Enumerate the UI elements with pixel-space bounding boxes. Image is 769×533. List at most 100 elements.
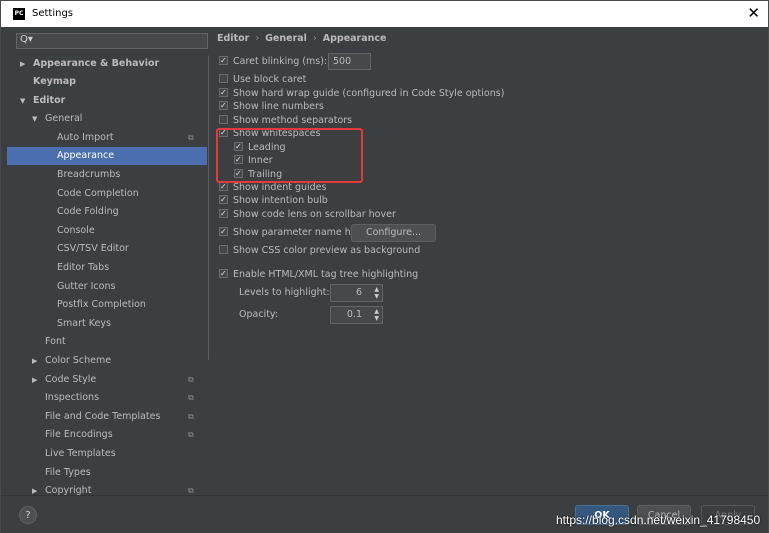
chevron-right-icon: ▶ (32, 357, 38, 365)
intention-bulb-option[interactable]: Show intention bulb (219, 193, 328, 208)
html-tag-tree-option[interactable]: Enable HTML/XML tag tree highlighting (219, 267, 418, 282)
sidebar-item-editor[interactable]: ▼ Editor (7, 92, 207, 110)
caret-blinking-field[interactable]: 500 (328, 53, 371, 70)
chevron-down-icon: ▼ (20, 97, 26, 105)
sidebar-item-console[interactable]: Console (7, 222, 207, 240)
title-bar: PC Settings ✕ (1, 1, 768, 27)
sidebar-item-label: Console (57, 225, 95, 236)
line-numbers-option[interactable]: Show line numbers (219, 99, 324, 114)
sidebar-item-auto-import[interactable]: Auto Import ⧉ (7, 129, 207, 147)
sidebar-item-csv-tsv-editor[interactable]: CSV/TSV Editor (7, 240, 207, 258)
configure-button[interactable]: Configure... (351, 224, 436, 242)
opacity-label: Opacity: (239, 309, 279, 320)
spinner-arrows-icon[interactable]: ▲ ▼ (374, 286, 379, 300)
sidebar-item-label: Appearance (57, 150, 115, 161)
search-input[interactable]: Q▾ (16, 33, 208, 49)
sidebar-item-smart-keys[interactable]: Smart Keys (7, 315, 207, 333)
block-caret-label: Use block caret (233, 74, 307, 85)
project-copy-icon: ⧉ (188, 412, 194, 421)
sidebar-item-editor-tabs[interactable]: Editor Tabs (7, 259, 207, 277)
sidebar-item-label: Smart Keys (57, 318, 111, 329)
sidebar-item-code-folding[interactable]: Code Folding (7, 203, 207, 221)
sidebar-item-label: Live Templates (45, 448, 116, 459)
sidebar-item-code-completion[interactable]: Code Completion (7, 185, 207, 203)
sidebar-item-label: Breadcrumbs (57, 169, 121, 180)
chevron-down-icon: ▼ (32, 115, 38, 123)
sidebar-item-label: Appearance & Behavior (33, 58, 160, 69)
opacity-spinner[interactable]: 0.1 ▲ ▼ (330, 306, 383, 324)
spinner-arrows-icon[interactable]: ▲ ▼ (374, 308, 379, 322)
sidebar-item-label: CSV/TSV Editor (57, 243, 129, 254)
sidebar-item-general[interactable]: ▼ General (7, 110, 207, 128)
sidebar-item-label: Code Folding (57, 206, 119, 217)
indent-guides-option[interactable]: Show indent guides (219, 180, 327, 195)
intention-bulb-checkbox[interactable] (219, 193, 228, 207)
line-numbers-checkbox[interactable] (219, 99, 228, 113)
sidebar-item-label: Gutter Icons (57, 281, 116, 292)
code-lens-option[interactable]: Show code lens on scrollbar hover (219, 207, 396, 222)
sidebar-item-label: Copyright (45, 485, 92, 495)
sidebar-item-code-style[interactable]: ▶ Code Style ⧉ (7, 371, 207, 389)
project-copy-icon: ⧉ (188, 133, 194, 142)
method-separators-option[interactable]: Show method separators (219, 114, 352, 128)
sidebar-item-appearance-behavior[interactable]: ▶ Appearance & Behavior (7, 55, 207, 73)
param-hints-option[interactable]: Show parameter name hints (219, 225, 369, 240)
highlight-box (216, 128, 363, 183)
sidebar-item-copyright[interactable]: ▶ Copyright ⧉ (7, 482, 207, 495)
caret-blinking-checkbox[interactable] (219, 54, 228, 68)
indent-guides-label: Show indent guides (233, 182, 327, 193)
sidebar-item-label: General (45, 113, 83, 124)
window-title: Settings (32, 8, 74, 19)
project-copy-icon: ⧉ (188, 393, 194, 402)
param-hints-label: Show parameter name hints (233, 227, 369, 238)
chevron-right-icon: ▶ (32, 376, 38, 384)
css-preview-label: Show CSS color preview as background (233, 245, 421, 256)
close-icon[interactable]: ✕ (747, 4, 760, 22)
sidebar-item-label: Code Completion (57, 188, 139, 199)
levels-value: 6 (355, 287, 362, 298)
sidebar-item-label: File Encodings (45, 429, 113, 440)
sidebar-item-label: Inspections (45, 392, 100, 403)
css-preview-option[interactable]: Show CSS color preview as background (219, 244, 420, 258)
sidebar-item-live-templates[interactable]: Live Templates (7, 445, 207, 463)
code-lens-checkbox[interactable] (219, 207, 228, 221)
sidebar: Q▾ ▶ Appearance & Behavior Keymap ▼ Edit… (7, 28, 209, 495)
sidebar-item-breadcrumbs[interactable]: Breadcrumbs (7, 166, 207, 184)
html-tag-tree-checkbox[interactable] (219, 267, 228, 281)
sidebar-item-appearance[interactable]: Appearance (7, 147, 207, 165)
sidebar-item-file-encodings[interactable]: File Encodings ⧉ (7, 426, 207, 444)
block-caret-checkbox[interactable] (219, 74, 228, 83)
sidebar-item-font[interactable]: Font (7, 333, 207, 351)
hard-wrap-label: Show hard wrap guide (configured in Code… (233, 88, 505, 99)
hard-wrap-option[interactable]: Show hard wrap guide (configured in Code… (219, 86, 505, 101)
sidebar-item-label: Keymap (33, 76, 76, 87)
sidebar-item-label: Auto Import (57, 132, 114, 143)
sidebar-item-keymap[interactable]: Keymap (7, 73, 207, 91)
app-icon: PC (13, 8, 25, 20)
help-button[interactable]: ? (19, 506, 37, 524)
hard-wrap-checkbox[interactable] (219, 86, 228, 100)
code-lens-label: Show code lens on scrollbar hover (233, 209, 396, 220)
css-preview-checkbox[interactable] (219, 245, 228, 254)
sidebar-item-gutter-icons[interactable]: Gutter Icons (7, 278, 207, 296)
sidebar-item-file-types[interactable]: File Types (7, 464, 207, 482)
block-caret-option[interactable]: Use block caret (219, 73, 306, 87)
sidebar-item-postfix-completion[interactable]: Postfix Completion (7, 296, 207, 314)
indent-guides-checkbox[interactable] (219, 180, 228, 194)
caret-blinking-option[interactable]: Caret blinking (ms): (219, 54, 327, 69)
sidebar-item-file-code-templates[interactable]: File and Code Templates ⧉ (7, 408, 207, 426)
breadcrumb-appearance: Appearance (322, 33, 387, 44)
settings-window: PC Settings ✕ Q▾ ▶ Appearance & Behavior… (0, 0, 769, 533)
chevron-right-icon: ▶ (32, 487, 38, 495)
levels-spinner[interactable]: 6 ▲ ▼ (330, 284, 383, 302)
levels-label: Levels to highlight: (239, 287, 330, 298)
watermark: https://blog.csdn.net/weixin_41798450 (556, 513, 761, 527)
param-hints-checkbox[interactable] (219, 225, 228, 239)
sidebar-item-inspections[interactable]: Inspections ⧉ (7, 389, 207, 407)
breadcrumb-separator: › (255, 33, 260, 44)
line-numbers-label: Show line numbers (233, 101, 324, 112)
breadcrumb-editor: Editor (217, 33, 250, 44)
sidebar-item-color-scheme[interactable]: ▶ Color Scheme (7, 352, 207, 370)
method-separators-checkbox[interactable] (219, 115, 228, 124)
sidebar-item-label: Code Style (45, 374, 97, 385)
